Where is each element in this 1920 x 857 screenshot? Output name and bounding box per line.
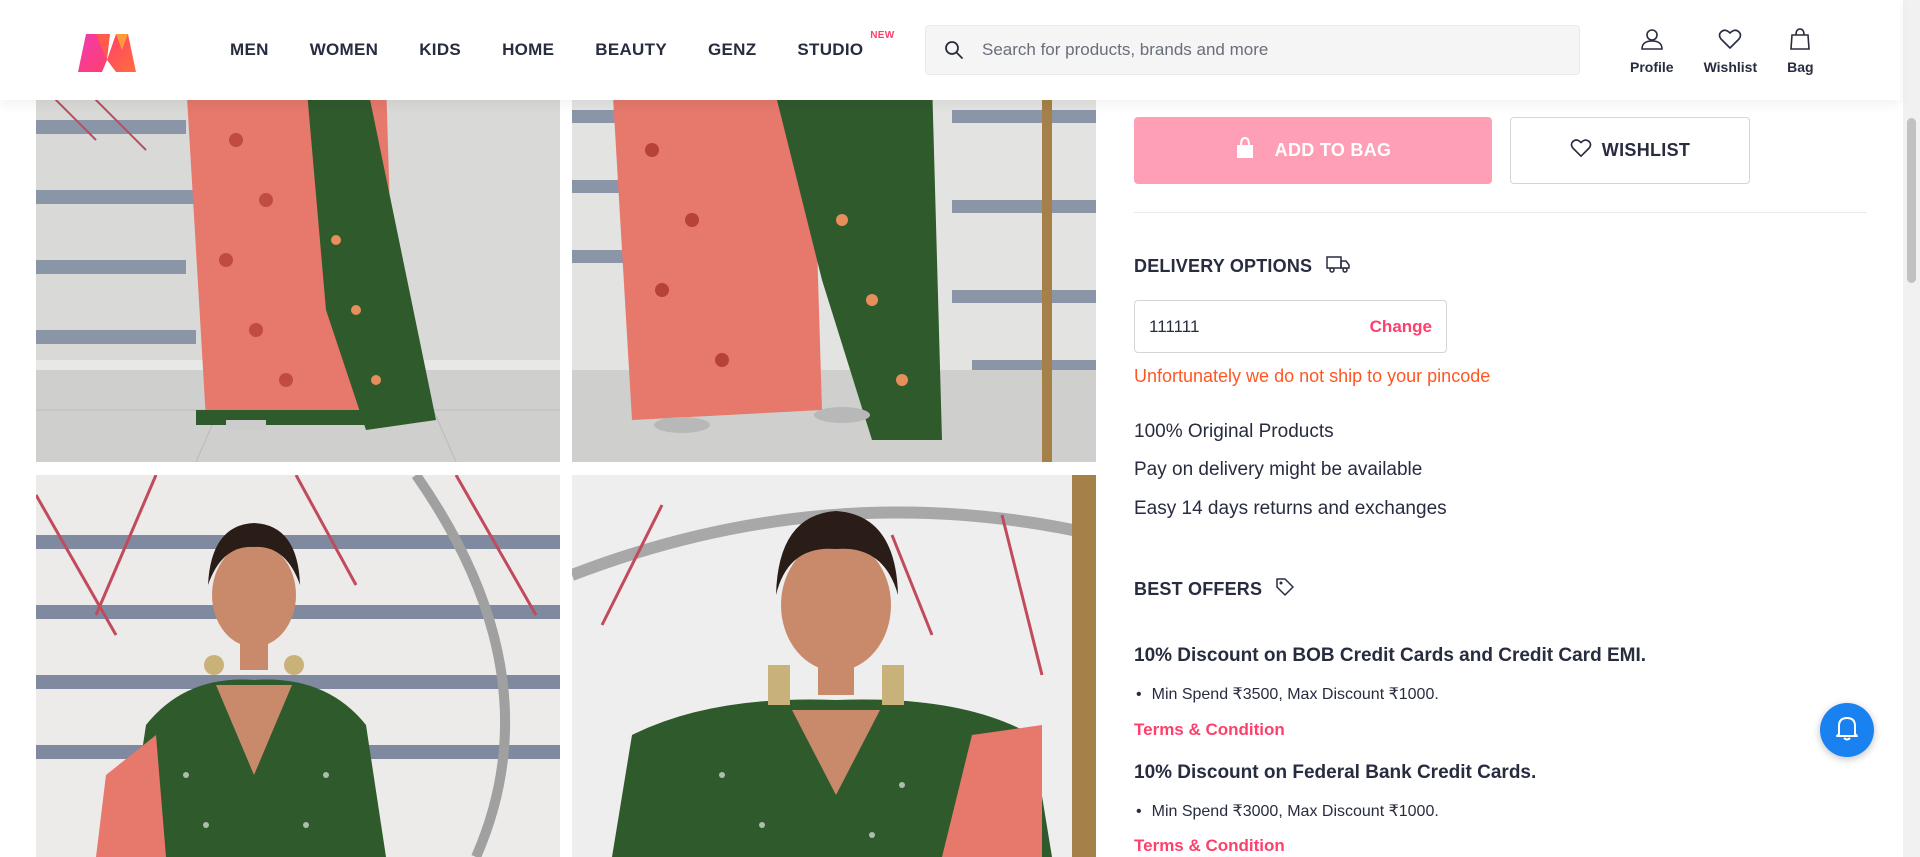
bag-icon [1788,28,1812,55]
bell-icon [1835,715,1859,746]
bag-label: Bag [1787,59,1814,75]
divider [1134,212,1867,213]
myntra-logo[interactable] [76,30,138,74]
nav-label: HOME [502,40,555,59]
search-bar[interactable] [925,25,1580,75]
feature-item: Easy 14 days returns and exchanges [1134,498,1447,519]
pincode-error-message: Unfortunately we do not ship to your pin… [1134,366,1491,386]
main-nav: MEN WOMEN KIDS HOME BEAUTY GENZ STUDIO N… [230,0,904,100]
product-image[interactable] [572,475,1096,857]
nav-label: MEN [230,40,269,59]
feature-item: 100% Original Products [1134,421,1334,442]
offer-title: 10% Discount on Federal Bank Credit Card… [1134,762,1537,783]
header-actions: Profile Wishlist Bag [1630,28,1844,75]
pincode-value[interactable]: 111111 [1149,317,1199,337]
product-image[interactable] [36,475,560,857]
nav-label: GENZ [707,40,757,59]
add-to-bag-label: ADD TO BAG [1274,140,1392,160]
wishlist-nav-button[interactable]: Wishlist [1703,28,1758,75]
product-page: MEN WOMEN KIDS HOME BEAUTY GENZ STUDIO N… [0,0,1920,857]
pincode-field[interactable]: 111111 Change [1134,300,1447,353]
search-input[interactable] [982,40,1542,60]
nav-label: BEAUTY [595,40,667,59]
profile-label: Profile [1630,59,1674,75]
product-image[interactable] [572,80,1096,462]
nav-item-studio[interactable]: STUDIO NEW [797,30,894,60]
scrollbar[interactable] [1903,0,1920,857]
wishlist-button-label: WISHLIST [1601,140,1691,160]
terms-link[interactable]: Terms & Condition [1134,720,1285,740]
notification-bell-button[interactable] [1820,703,1874,757]
bag-button[interactable]: Bag [1787,28,1814,75]
feature-item: Pay on delivery might be available [1134,459,1423,480]
truck-icon [1326,255,1350,278]
nav-item-women[interactable]: WOMEN [310,40,379,60]
nav-label: KIDS [419,40,462,59]
new-badge: NEW [870,30,895,41]
profile-icon [1640,28,1664,55]
offer-title: 10% Discount on BOB Credit Cards and Cre… [1134,645,1647,666]
delivery-options-title: DELIVERY OPTIONS [1134,255,1350,278]
offer-detail: Min Spend ₹3000, Max Discount ₹1000. [1134,801,1439,821]
scrollbar-thumb[interactable] [1907,118,1916,283]
bag-icon [1235,136,1255,164]
nav-item-beauty[interactable]: BEAUTY [595,40,667,60]
terms-link[interactable]: Terms & Condition [1134,836,1285,856]
offer-detail: Min Spend ₹3500, Max Discount ₹1000. [1134,684,1439,704]
profile-button[interactable]: Profile [1630,28,1674,75]
nav-label: WOMEN [309,40,379,59]
change-pincode-button[interactable]: Change [1370,317,1432,337]
wishlist-label: Wishlist [1703,59,1758,75]
best-offers-title-text: BEST OFFERS [1134,579,1263,599]
product-image[interactable] [36,80,560,462]
tag-icon [1276,578,1294,601]
nav-label: STUDIO [797,40,864,59]
header: MEN WOMEN KIDS HOME BEAUTY GENZ STUDIO N… [0,0,1900,100]
nav-item-kids[interactable]: KIDS [419,40,461,60]
heart-icon [1570,138,1592,163]
search-icon[interactable] [926,40,982,60]
delivery-title-text: DELIVERY OPTIONS [1134,256,1313,276]
heart-icon [1718,28,1742,55]
best-offers-title: BEST OFFERS [1134,578,1294,601]
nav-item-genz[interactable]: GENZ [708,40,756,60]
nav-item-home[interactable]: HOME [502,40,554,60]
nav-item-men[interactable]: MEN [230,40,269,60]
wishlist-button[interactable]: WISHLIST [1510,117,1750,184]
add-to-bag-button[interactable]: ADD TO BAG [1134,117,1492,184]
